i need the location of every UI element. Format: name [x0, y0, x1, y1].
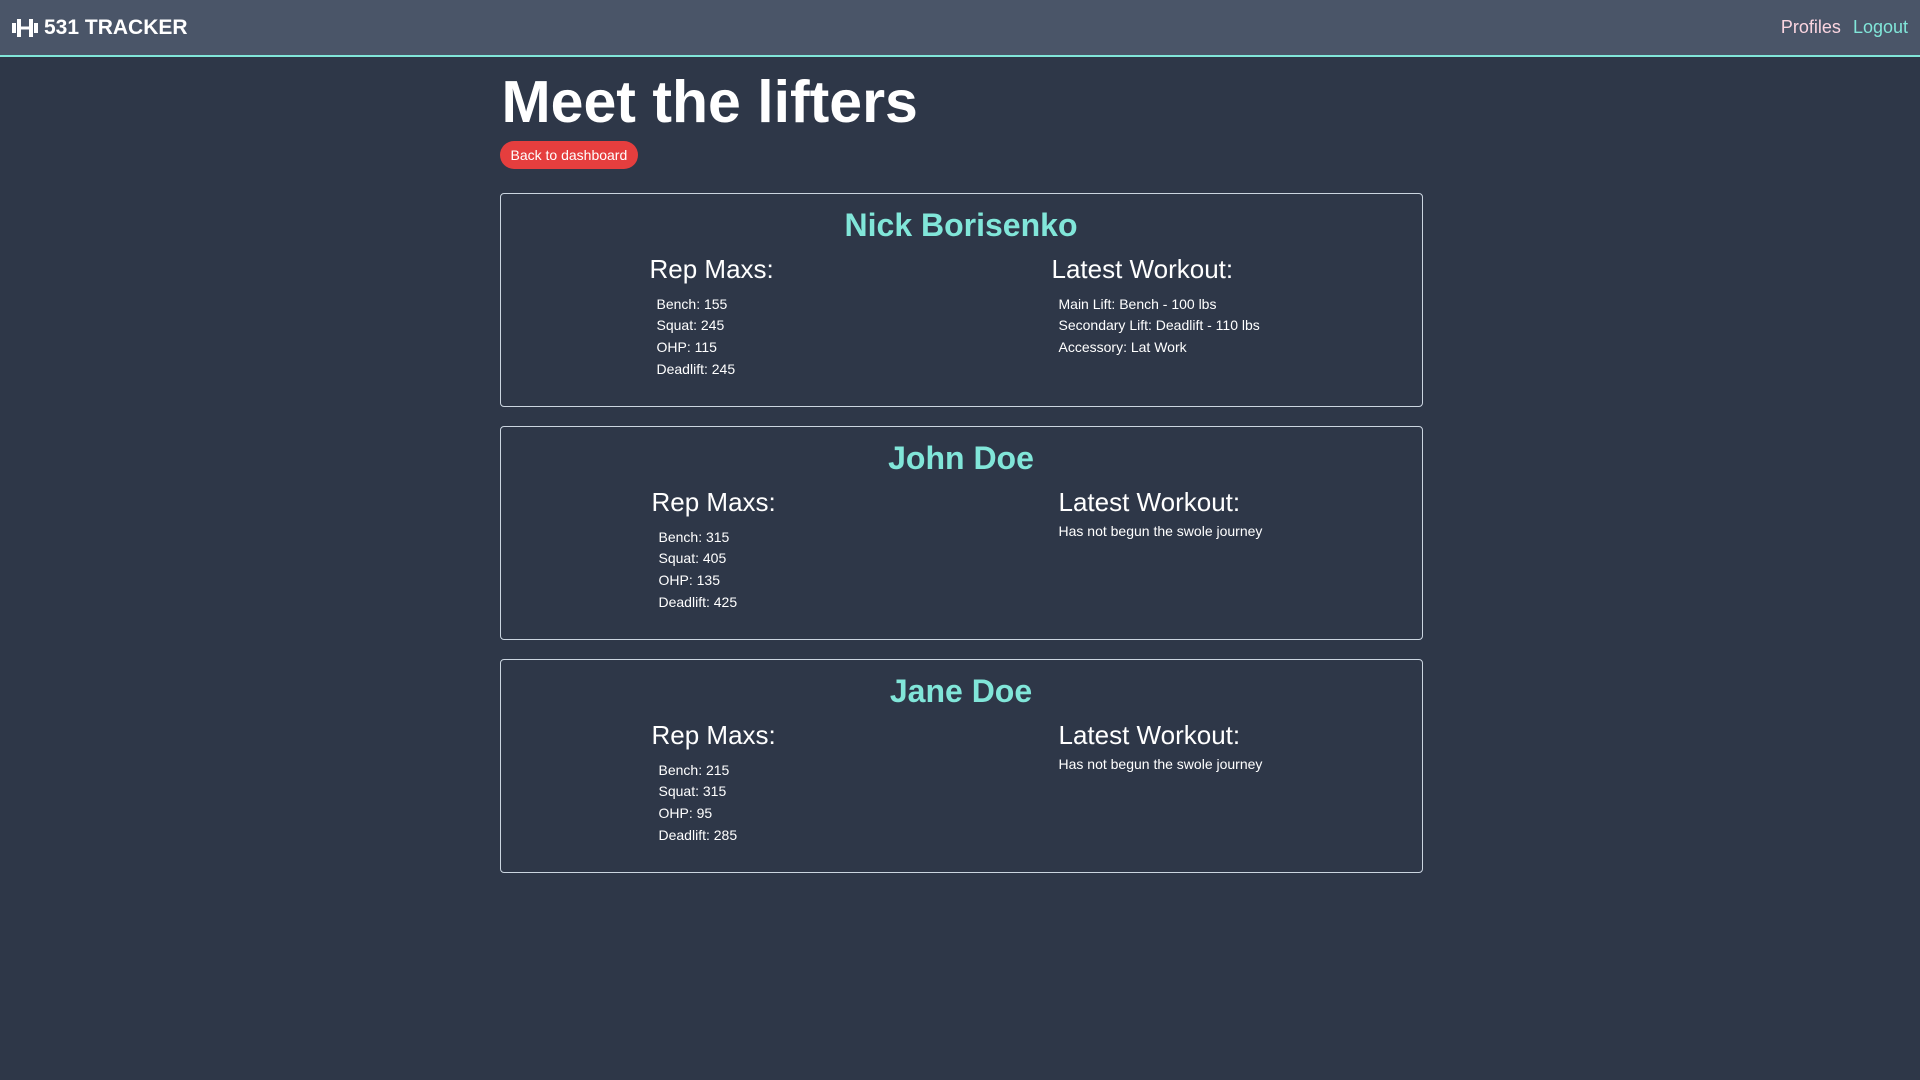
dumbbell-icon [12, 17, 38, 39]
back-to-dashboard-button[interactable]: Back to dashboard [499, 140, 639, 169]
latest-workout-list: Main Lift: Bench - 100 lbs Secondary Lif… [1059, 294, 1260, 359]
logout-link[interactable]: Logout [1853, 17, 1908, 38]
rep-maxs-list: Bench: 215 Squat: 315 OHP: 95 Deadlift: … [659, 760, 776, 847]
nav-links: Profiles Logout [1781, 17, 1908, 38]
rep-max-item: Deadlift: 425 [658, 593, 738, 610]
profiles-link[interactable]: Profiles [1781, 17, 1841, 38]
latest-workout-section: Latest Workout: Has not begun the swole … [1059, 488, 1263, 539]
rep-maxs-heading: Rep Maxs: [651, 720, 776, 751]
lifter-stats: Rep Maxs: Bench: 155 Squat: 245 OHP: 115… [501, 243, 1422, 403]
main-content: Meet the lifters Back to dashboard Nick … [499, 69, 1423, 873]
rep-maxs-section: Rep Maxs: Bench: 215 Squat: 315 OHP: 95 … [652, 721, 776, 846]
rep-max-item: Bench: 215 [658, 761, 730, 778]
rep-max-item: Squat: 315 [658, 783, 727, 800]
latest-workout-section: Latest Workout: Has not begun the swole … [1059, 721, 1263, 772]
brand-name: 531 TRACKER [44, 15, 188, 39]
lifter-stats: Rep Maxs: Bench: 215 Squat: 315 OHP: 95 … [501, 709, 1422, 869]
rep-maxs-list: Bench: 315 Squat: 405 OHP: 135 Deadlift:… [659, 527, 776, 614]
lifter-name: Nick Borisenko [844, 206, 1078, 243]
workout-item: Accessory: Lat Work [1058, 339, 1187, 356]
rep-max-item: OHP: 95 [658, 805, 713, 822]
rep-max-item: Deadlift: 285 [658, 826, 738, 843]
rep-maxs-section: Rep Maxs: Bench: 155 Squat: 245 OHP: 115… [650, 255, 774, 380]
latest-workout-heading: Latest Workout: [1058, 487, 1241, 518]
lifter-card: John Doe Rep Maxs: Bench: 315 Squat: 405… [499, 425, 1423, 640]
no-workout-text: Has not begun the swole journey [1058, 522, 1263, 539]
rep-maxs-heading: Rep Maxs: [649, 254, 774, 285]
top-navbar: 531 TRACKER Profiles Logout [0, 0, 1920, 57]
rep-max-item: Deadlift: 245 [656, 360, 736, 377]
rep-max-item: OHP: 135 [658, 572, 720, 589]
lifter-name: Jane Doe [889, 672, 1033, 709]
latest-workout-heading: Latest Workout: [1058, 720, 1241, 751]
latest-workout-heading: Latest Workout: [1051, 254, 1234, 285]
workout-item: Secondary Lift: Deadlift - 110 lbs [1058, 317, 1260, 334]
workout-item: Main Lift: Bench - 100 lbs [1058, 295, 1217, 312]
rep-maxs-section: Rep Maxs: Bench: 315 Squat: 405 OHP: 135… [652, 488, 776, 613]
lifter-card: Nick Borisenko Rep Maxs: Bench: 155 Squa… [499, 192, 1423, 407]
lifter-card: Jane Doe Rep Maxs: Bench: 215 Squat: 315… [499, 658, 1423, 873]
rep-maxs-list: Bench: 155 Squat: 245 OHP: 115 Deadlift:… [657, 294, 774, 381]
rep-maxs-heading: Rep Maxs: [651, 487, 776, 518]
lifter-name: John Doe [888, 439, 1034, 476]
brand-link[interactable]: 531 TRACKER [12, 16, 188, 40]
rep-max-item: Bench: 315 [658, 528, 730, 545]
lifter-stats: Rep Maxs: Bench: 315 Squat: 405 OHP: 135… [501, 476, 1422, 636]
page-title: Meet the lifters [501, 69, 918, 135]
rep-max-item: Squat: 405 [658, 550, 727, 567]
latest-workout-section: Latest Workout: Main Lift: Bench - 100 l… [1052, 255, 1260, 359]
rep-max-item: OHP: 115 [656, 339, 717, 356]
rep-max-item: Squat: 245 [656, 317, 725, 334]
no-workout-text: Has not begun the swole journey [1058, 755, 1263, 772]
rep-max-item: Bench: 155 [656, 295, 728, 312]
